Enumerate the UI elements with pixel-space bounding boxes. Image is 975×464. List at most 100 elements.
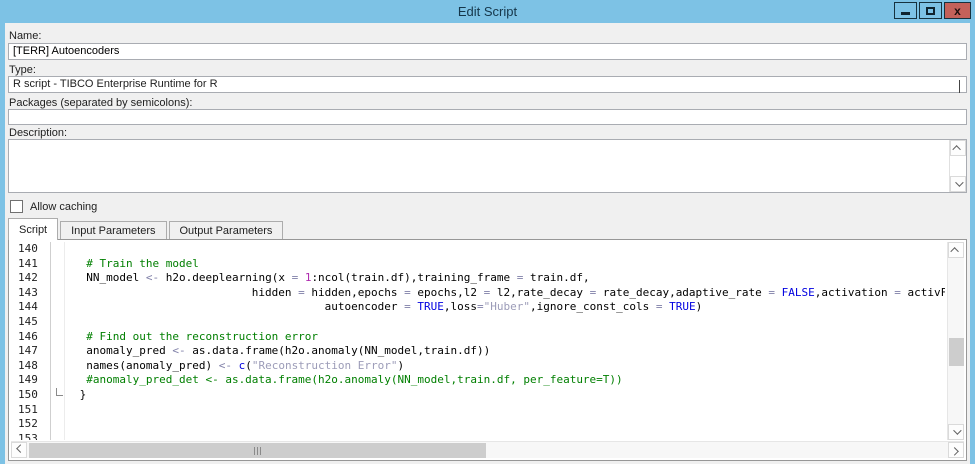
line-number: 152: [11, 417, 51, 432]
code-line: 149 #anomaly_pred_det <- as.data.frame(h…: [11, 373, 945, 388]
fold-margin: [51, 359, 65, 374]
allow-caching-row[interactable]: Allow caching: [10, 200, 97, 213]
code-text: NN_model <- h2o.deeplearning(x = 1:ncol(…: [65, 271, 590, 286]
maximize-icon: [926, 7, 935, 15]
scroll-down-button[interactable]: [948, 424, 964, 440]
tab-input-parameters[interactable]: Input Parameters: [60, 221, 166, 240]
line-number: 144: [11, 300, 51, 315]
scroll-grip-icon: [254, 447, 262, 455]
code-line: 143 hidden = hidden,epochs = epochs,l2 =…: [11, 286, 945, 301]
line-number: 145: [11, 315, 51, 330]
fold-margin: [51, 300, 65, 315]
code-text: [65, 432, 733, 440]
script-tab-panel: 140141 # Train the model142 NN_model <- …: [8, 239, 967, 461]
line-number: 142: [11, 271, 51, 286]
fold-margin: [51, 403, 65, 418]
chevron-down-icon: [953, 426, 961, 434]
scroll-up-button[interactable]: [950, 140, 966, 156]
code-line: 144 autoencoder = TRUE,loss="Huber",igno…: [11, 300, 945, 315]
fold-end-icon[interactable]: [56, 388, 63, 396]
line-number: 151: [11, 403, 51, 418]
code-line: 147 anomaly_pred <- as.data.frame(h2o.an…: [11, 344, 945, 359]
maximize-button[interactable]: [919, 2, 942, 19]
fold-margin: [51, 373, 65, 388]
chevron-down-icon: [959, 81, 960, 94]
code-line: 146 # Find out the reconstruction error: [11, 330, 945, 345]
minimize-button[interactable]: [894, 2, 917, 19]
code-line: 142 NN_model <- h2o.deeplearning(x = 1:n…: [11, 271, 945, 286]
code-text: #anomaly_pred_det <- as.data.frame(h2o.a…: [65, 373, 623, 388]
type-dropdown[interactable]: R script - TIBCO Enterprise Runtime for …: [8, 76, 967, 93]
code-text: # Train the model: [65, 257, 199, 272]
editor-horizontal-scrollbar[interactable]: [11, 441, 964, 458]
type-label: Type:: [9, 64, 36, 76]
scroll-up-button[interactable]: [948, 242, 964, 258]
line-number: 147: [11, 344, 51, 359]
line-number: 153: [11, 432, 51, 440]
code-text: [65, 417, 73, 432]
code-text: anomaly_pred <- as.data.frame(h2o.anomal…: [65, 344, 490, 359]
fold-margin: [51, 242, 65, 257]
editor-vertical-scrollbar[interactable]: [947, 242, 964, 440]
chevron-up-icon: [952, 145, 960, 153]
fold-margin: [51, 257, 65, 272]
line-number: 149: [11, 373, 51, 388]
edit-script-dialog: Edit Script x Name: [TERR] Autoencoders …: [0, 0, 975, 464]
window-border-right: [970, 23, 975, 464]
chevron-left-icon: [16, 444, 24, 452]
code-text: hidden = hidden,epochs = epochs,l2 = l2,…: [65, 286, 945, 301]
code-text: names(anomaly_pred) <- c("Reconstruction…: [65, 359, 404, 374]
horizontal-scroll-thumb[interactable]: [29, 443, 486, 458]
line-number: 140: [11, 242, 51, 257]
code-line: 153: [11, 432, 945, 440]
code-editor[interactable]: 140141 # Train the model142 NN_model <- …: [11, 242, 945, 440]
tab-strip: Script Input Parameters Output Parameter…: [8, 218, 285, 240]
type-dropdown-value: R script - TIBCO Enterprise Runtime for …: [13, 78, 218, 90]
dialog-content: Name: [TERR] Autoencoders Type: R script…: [5, 23, 970, 464]
packages-label: Packages (separated by semicolons):: [9, 97, 192, 109]
code-lines: 140141 # Train the model142 NN_model <- …: [11, 242, 945, 440]
scroll-left-button[interactable]: [11, 442, 27, 458]
fold-margin: [51, 286, 65, 301]
code-text: [65, 242, 73, 257]
tab-output-parameters[interactable]: Output Parameters: [169, 221, 284, 240]
scroll-down-button[interactable]: [950, 176, 966, 192]
code-line: 145: [11, 315, 945, 330]
close-button[interactable]: x: [944, 2, 971, 19]
chevron-up-icon: [950, 247, 958, 255]
fold-margin: [51, 271, 65, 286]
line-number: 141: [11, 257, 51, 272]
window-title: Edit Script: [458, 4, 517, 19]
tab-script[interactable]: Script: [8, 218, 58, 240]
code-line: 148 names(anomaly_pred) <- c("Reconstruc…: [11, 359, 945, 374]
code-text: [65, 403, 73, 418]
fold-margin: [51, 388, 65, 403]
description-scrollbar[interactable]: [949, 140, 966, 192]
name-input[interactable]: [TERR] Autoencoders: [8, 43, 967, 60]
title-bar: Edit Script: [0, 0, 975, 23]
fold-margin: [51, 330, 65, 345]
line-number: 148: [11, 359, 51, 374]
fold-margin: [51, 417, 65, 432]
code-text: # Find out the reconstruction error: [65, 330, 318, 345]
description-label: Description:: [9, 127, 67, 139]
allow-caching-checkbox[interactable]: [10, 200, 23, 213]
chevron-down-icon: [955, 178, 963, 186]
description-textarea[interactable]: [8, 139, 967, 193]
code-line: 150 }: [11, 388, 945, 403]
close-icon: x: [954, 5, 961, 17]
packages-input[interactable]: [8, 109, 967, 125]
fold-margin: [51, 432, 65, 440]
line-number: 146: [11, 330, 51, 345]
window-controls: x: [894, 2, 971, 19]
name-label: Name:: [9, 30, 41, 42]
code-line: 140: [11, 242, 945, 257]
code-line: 152: [11, 417, 945, 432]
code-text: }: [65, 388, 86, 403]
vertical-scroll-thumb[interactable]: [949, 338, 964, 366]
minimize-icon: [901, 12, 910, 15]
code-text: [65, 315, 73, 330]
scroll-right-button[interactable]: [948, 442, 964, 458]
allow-caching-label: Allow caching: [30, 201, 97, 213]
code-line: 151: [11, 403, 945, 418]
